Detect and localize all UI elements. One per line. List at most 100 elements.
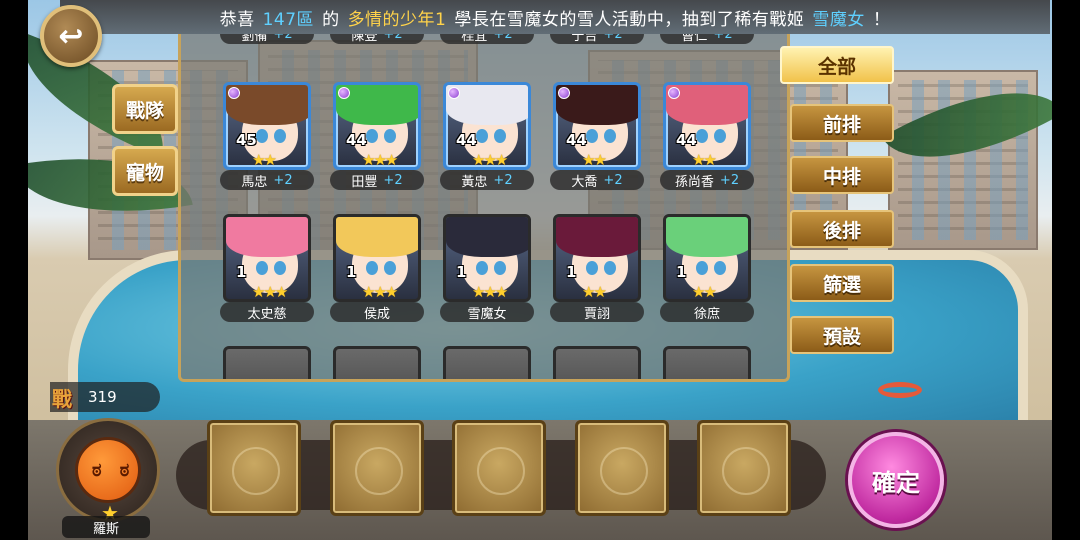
filter-front-row[interactable]: 前排 (790, 104, 894, 142)
hero-card[interactable]: 1 ★★ 徐庶 (660, 214, 754, 322)
back-button[interactable]: ↩ (40, 5, 102, 67)
pet-face-icon: ಠ ಠ (92, 460, 136, 481)
hero-name-pill: 侯成 (330, 302, 424, 322)
tab-team[interactable]: 戰隊 (112, 84, 178, 134)
hero-plus: +2 (273, 34, 293, 42)
hero-card-partial[interactable]: 劉備 +2 (220, 34, 314, 46)
filter-middle-row-label: 中排 (822, 165, 861, 188)
hero-plus: +2 (273, 172, 293, 188)
hero-card-partial[interactable]: 于吉 +2 (550, 34, 644, 46)
hero-card[interactable]: 1 ★★★ 侯成 (330, 214, 424, 322)
filter-middle-row[interactable]: 中排 (790, 156, 894, 194)
filter-back-row[interactable]: 後排 (790, 210, 894, 248)
hero-portrait-partial[interactable] (333, 346, 421, 379)
hero-portrait: 1 ★★★ (443, 214, 531, 302)
banner-server: 147區 (262, 9, 315, 30)
gem-icon (228, 87, 240, 99)
banner-player: 多情的少年1 (347, 9, 447, 30)
power-value: 319 (88, 388, 117, 406)
hero-card-partial[interactable]: 曹仁 +2 (660, 34, 754, 46)
letterbox-right (1052, 0, 1080, 540)
star-icon: ★★ (252, 151, 277, 169)
hero-level: 44 (676, 131, 697, 149)
hero-eye (586, 261, 598, 275)
hero-plus: +2 (713, 34, 733, 42)
banner-text: 學長在雪魔女的雪人活動中，抽到了稀有戰姬 (454, 9, 805, 30)
hero-card-partial[interactable]: 陳登 +2 (330, 34, 424, 46)
lineup-slot[interactable] (452, 420, 546, 516)
hero-card-partial[interactable]: 桂宜 +2 (440, 34, 534, 46)
hero-portrait: 1 ★★★ (333, 214, 421, 302)
hero-level: 1 (456, 263, 467, 281)
hero-card[interactable]: 1 ★★★ 雪魔女 (440, 214, 534, 322)
banner-text: 的 (322, 9, 340, 30)
hero-name-pill: 田豐 +2 (330, 170, 424, 190)
tab-team-label: 戰隊 (125, 99, 164, 122)
hero-level: 44 (566, 131, 587, 149)
hero-level: 44 (346, 131, 367, 149)
filter-preset[interactable]: 預設 (790, 316, 894, 354)
hero-level: 1 (236, 263, 247, 281)
star-icon: ★★★ (472, 151, 508, 169)
hero-name-pill: 于吉 +2 (550, 34, 644, 44)
hero-eye (714, 261, 726, 275)
hero-card[interactable]: 1 ★★ 賈詡 (550, 214, 644, 322)
gem-icon (558, 87, 570, 99)
filter-all[interactable]: 全部 (780, 46, 894, 84)
filter-back-row-label: 後排 (822, 219, 861, 242)
hero-hair (556, 217, 638, 257)
hero-portrait-partial[interactable] (553, 346, 641, 379)
announcement-banner: 恭喜 147區 的 多情的少年1 學長在雪魔女的雪人活動中，抽到了稀有戰姬 雪魔… (60, 0, 1050, 34)
banner-hero: 雪魔女 (812, 9, 865, 30)
lineup-slot[interactable] (207, 420, 301, 516)
confirm-button[interactable]: 確定 (848, 432, 944, 528)
lineup-slot[interactable] (575, 420, 669, 516)
pet-name: 羅斯 (62, 516, 150, 538)
hero-card[interactable]: 1 ★★★ 太史慈 (220, 214, 314, 322)
hero-portrait: 45 ★★ (223, 82, 311, 170)
filter-front-row-label: 前排 (822, 113, 861, 136)
star-icon: ★★★ (362, 283, 398, 301)
hero-eye (494, 261, 506, 275)
hero-name: 曹仁 (681, 34, 708, 44)
star-icon: ★★ (582, 283, 607, 301)
star-icon: ★★ (692, 151, 717, 169)
hero-plus: +2 (719, 172, 740, 188)
hero-portrait: 44 ★★★ (333, 82, 421, 170)
hero-portrait-partial[interactable] (223, 346, 311, 379)
lineup-slot[interactable] (697, 420, 791, 516)
hero-card[interactable]: 44 ★★ 大喬 +2 (550, 82, 644, 190)
hero-name-pill: 賈詡 (550, 302, 644, 322)
hero-card[interactable]: 44 ★★ 孫尚香 +2 (660, 82, 754, 190)
tab-pet[interactable]: 寵物 (112, 146, 178, 196)
filter-screen[interactable]: 篩選 (790, 264, 894, 302)
lineup-slot[interactable] (330, 420, 424, 516)
hero-card[interactable]: 44 ★★★ 黃忠 +2 (440, 82, 534, 190)
hero-name: 賈詡 (583, 306, 610, 322)
hero-plus: +2 (603, 172, 623, 188)
hero-card[interactable]: 45 ★★ 馬忠 +2 (220, 82, 314, 190)
hero-hair (226, 217, 308, 257)
hero-level: 44 (456, 131, 477, 149)
hero-level: 1 (566, 263, 577, 281)
pet-avatar: ಠ ಠ (75, 437, 141, 503)
star-icon: ★★ (692, 283, 717, 301)
hero-portrait: 44 ★★ (553, 82, 641, 170)
float-ring (878, 382, 922, 398)
hero-eye (476, 129, 488, 143)
hero-name-pill: 劉備 +2 (220, 34, 314, 44)
hero-eye (384, 129, 396, 143)
hero-portrait-partial[interactable] (663, 346, 751, 379)
hero-eye (256, 129, 268, 143)
hero-eye (586, 129, 598, 143)
hero-name-pill: 黃忠 +2 (440, 170, 534, 190)
hero-name: 孫尚香 (674, 174, 714, 190)
pet-slot[interactable]: ಠ ಠ ★ (56, 418, 160, 525)
hero-eye (256, 261, 268, 275)
hero-card[interactable]: 44 ★★★ 田豐 +2 (330, 82, 424, 190)
hero-hair (336, 217, 418, 257)
hero-name-pill: 孫尚香 +2 (660, 170, 754, 190)
hero-portrait-partial[interactable] (443, 346, 531, 379)
hero-portrait: 44 ★★★ (443, 82, 531, 170)
hero-plus: +2 (383, 172, 403, 188)
